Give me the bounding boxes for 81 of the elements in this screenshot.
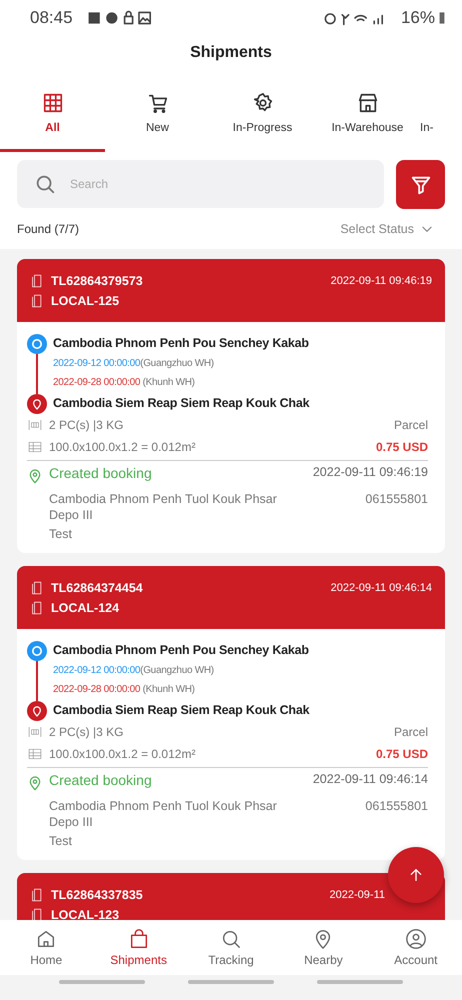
shipment-card[interactable] xyxy=(17,566,445,860)
departure-date: 2022-09-12 00:00:00(Guangzhuo WH) xyxy=(53,357,215,371)
package-dimensions: 100.0x100.0x1.2 = 0.012m² xyxy=(49,440,196,454)
destination-address: Cambodia Siem Reap Siem Reap Kouk Chak xyxy=(53,702,310,719)
nav-tab[interactable]: Account xyxy=(370,920,462,975)
origin-marker-icon xyxy=(27,334,47,354)
category-tab[interactable]: All xyxy=(0,78,105,152)
created-time: 2022-09-11 09:46:19 xyxy=(330,274,432,289)
recipient-address: Cambodia Phnom Penh Tuol Kouk Phsar Depo III xyxy=(49,491,278,523)
document-icon xyxy=(30,600,44,616)
shipment-code: TL62864337835 xyxy=(51,888,143,902)
package-icon xyxy=(27,418,43,432)
shipment-code: LOCAL-124 xyxy=(51,601,120,615)
phone-number: 061555801 xyxy=(365,798,428,815)
route-line xyxy=(36,354,38,394)
category-tab[interactable]: In-Warehouse xyxy=(315,78,420,152)
arrow-up-icon xyxy=(408,867,424,883)
status-time: 2022-09-11 09:46:19 xyxy=(312,465,428,479)
settings-icon xyxy=(252,92,274,114)
shipment-code: LOCAL-123 xyxy=(51,908,120,920)
origin-address: Cambodia Phnom Penh Pou Senchey Kakab xyxy=(53,642,310,659)
package-dimensions: 100.0x100.0x1.2 = 0.012m² xyxy=(49,747,196,761)
package-icon xyxy=(27,725,43,739)
recipient-address: Cambodia Phnom Penh Tuol Kouk Phsar Depo III xyxy=(49,798,278,830)
search-field[interactable]: Search xyxy=(17,160,384,208)
result-count: Found (7/7) xyxy=(17,222,80,236)
phone-number: 061555801 xyxy=(365,491,428,508)
arrival-date: 2022-09-28 00:00:00 (Khunh WH) xyxy=(53,683,196,697)
store-icon xyxy=(356,92,378,114)
shipment-code: TL62864379573 xyxy=(51,274,143,288)
shipment-status: Created booking xyxy=(49,772,152,788)
dimensions-icon xyxy=(27,747,43,761)
package-type: Parcel xyxy=(394,418,428,432)
shipment-status: Created booking xyxy=(49,465,152,481)
package-quantity: 2 PC(s) |3 KG xyxy=(49,725,124,739)
created-time: 2022-09-11 xyxy=(330,888,385,903)
shipment-note: Test xyxy=(48,834,73,848)
document-icon xyxy=(30,293,44,309)
nav-tab[interactable]: Tracking xyxy=(184,920,278,975)
document-icon xyxy=(30,273,44,289)
package-quantity: 2 PC(s) |3 KG xyxy=(49,418,124,432)
package-type: Parcel xyxy=(394,725,428,739)
filter-button[interactable] xyxy=(396,160,445,209)
document-icon xyxy=(30,887,44,903)
shipment-card[interactable]: TL62864337835 LOCAL-123 2022-09-11 xyxy=(17,873,445,920)
battery-icon xyxy=(438,10,446,26)
origin-marker-icon xyxy=(27,641,47,661)
arrival-date: 2022-09-28 00:00:00 (Khunh WH) xyxy=(53,376,196,390)
location-pin-icon xyxy=(27,774,43,792)
shipment-code: TL62864374454 xyxy=(51,581,143,595)
nav-tab[interactable]: Home xyxy=(0,920,92,975)
destination-marker-icon xyxy=(27,394,47,414)
category-tab[interactable]: In- xyxy=(420,78,450,152)
status-time: 2022-09-11 09:46:14 xyxy=(312,772,428,786)
shipment-card[interactable] xyxy=(17,259,445,553)
shipment-code: LOCAL-125 xyxy=(51,294,120,308)
shipment-note: Test xyxy=(48,527,73,541)
destination-marker-icon xyxy=(27,701,47,721)
nav-tab[interactable]: Shipments xyxy=(92,920,185,975)
clock-time: 08:45 xyxy=(30,8,73,28)
price: 0.75 USD xyxy=(376,440,428,454)
nav-tab[interactable]: Nearby xyxy=(277,920,370,975)
location-pin-icon xyxy=(27,467,43,485)
departure-date: 2022-09-12 00:00:00(Guangzhuo WH) xyxy=(53,664,215,678)
search-icon xyxy=(34,173,56,195)
category-tab[interactable]: In-Progress xyxy=(210,78,315,152)
route-line xyxy=(36,661,38,701)
page-title: Shipments xyxy=(190,44,272,62)
account-icon xyxy=(404,928,427,950)
cart-icon xyxy=(146,92,168,114)
status-dropdown[interactable]: Select Status xyxy=(340,222,434,236)
category-tab[interactable]: New xyxy=(105,78,210,152)
battery-level: 16% xyxy=(400,8,435,28)
price: 0.75 USD xyxy=(376,747,428,761)
dimensions-icon xyxy=(27,440,43,454)
destination-address: Cambodia Siem Reap Siem Reap Kouk Chak xyxy=(53,395,310,412)
search-icon xyxy=(220,928,242,950)
origin-address: Cambodia Phnom Penh Pou Senchey Kakab xyxy=(53,335,310,352)
document-icon xyxy=(30,580,44,596)
grid-icon xyxy=(42,92,64,114)
created-time: 2022-09-11 09:46:14 xyxy=(330,581,432,596)
